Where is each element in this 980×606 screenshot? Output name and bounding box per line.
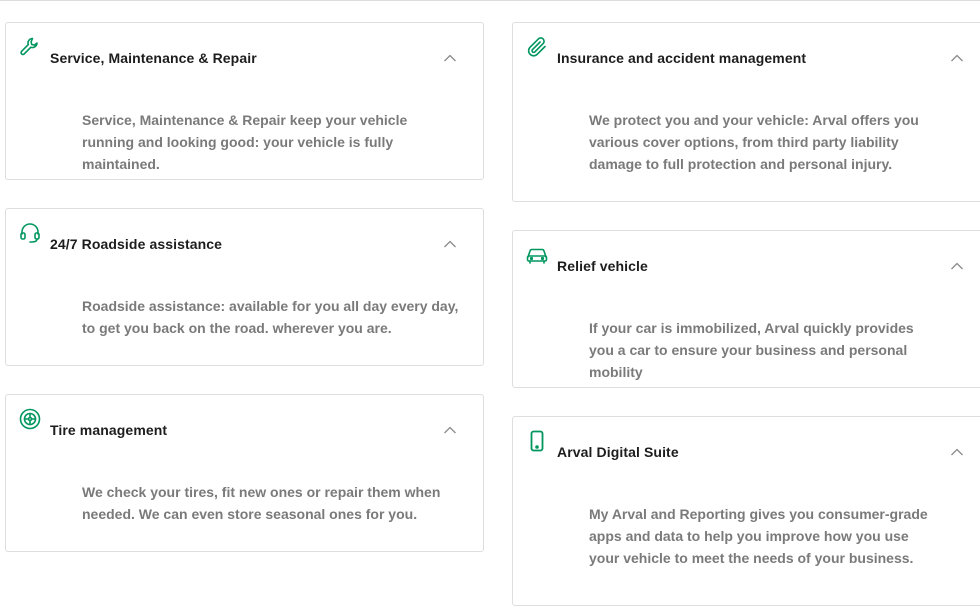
card-roadside-assistance[interactable]: 24/7 Roadside assistance Roadside assist… <box>5 208 484 366</box>
chevron-up-icon[interactable] <box>443 53 457 63</box>
card-description: Roadside assistance: available for you a… <box>82 298 459 336</box>
card-title: Insurance and accident management <box>557 50 807 66</box>
card-title: Service, Maintenance & Repair <box>50 50 257 66</box>
chevron-up-icon[interactable] <box>950 447 964 457</box>
tire-icon <box>18 407 42 431</box>
paperclip-icon <box>525 35 549 59</box>
card-tire-management[interactable]: Tire management We check your tires, fit… <box>5 394 484 552</box>
card-arval-digital-suite[interactable]: Arval Digital Suite My Arval and Reporti… <box>512 416 980 606</box>
chevron-up-icon[interactable] <box>443 239 457 249</box>
smartphone-icon <box>525 429 549 453</box>
card-title: Arval Digital Suite <box>557 444 679 460</box>
card-title: Relief vehicle <box>557 258 648 274</box>
chevron-up-icon[interactable] <box>950 261 964 271</box>
card-description: Service, Maintenance & Repair keep your … <box>82 112 408 172</box>
card-relief-vehicle[interactable]: Relief vehicle If your car is immobilize… <box>512 230 980 388</box>
top-divider <box>0 0 980 1</box>
chevron-up-icon[interactable] <box>950 53 964 63</box>
wrench-icon <box>18 35 42 59</box>
headset-icon <box>18 221 42 245</box>
card-description: If your car is immobilized, Arval quickl… <box>589 320 914 380</box>
car-icon <box>525 243 549 267</box>
card-title: Tire management <box>50 422 168 438</box>
card-description: We check your tires, fit new ones or rep… <box>82 484 441 522</box>
card-service-maintenance[interactable]: Service, Maintenance & Repair Service, M… <box>5 22 484 180</box>
card-description: We protect you and your vehicle: Arval o… <box>589 112 919 172</box>
chevron-up-icon[interactable] <box>443 425 457 435</box>
card-description: My Arval and Reporting gives you consume… <box>589 506 928 566</box>
card-insurance-accident[interactable]: Insurance and accident management We pro… <box>512 22 980 202</box>
card-title: 24/7 Roadside assistance <box>50 236 223 252</box>
